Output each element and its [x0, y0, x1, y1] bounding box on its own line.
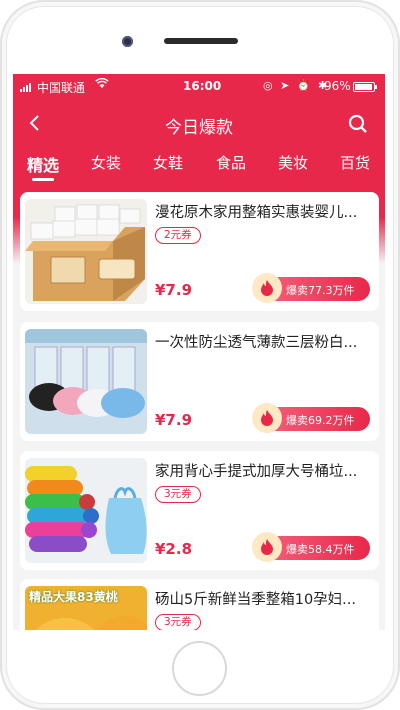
product-title: 漫花原木家用整箱实惠装婴儿... — [155, 205, 358, 221]
sales-count: 爆卖69.2万件 — [286, 414, 355, 427]
tab-beauty[interactable]: 美妆 — [278, 152, 308, 173]
page-title: 今日爆款 — [165, 118, 233, 138]
flame-icon — [252, 532, 282, 562]
product-title: 砀山5斤新鲜当季整箱10孕妇... — [155, 592, 357, 608]
product-price: ¥7.9 — [155, 281, 193, 299]
home-button[interactable] — [172, 641, 227, 696]
battery-fill — [355, 84, 373, 90]
status-bar: 中国联通 16:00 ◎ ➤ ⏰ ✱ 96% — [13, 74, 385, 100]
product-image-masks — [25, 329, 147, 434]
signal-icon — [20, 83, 31, 92]
product-title: 一次性防尘透气薄款三层粉白... — [155, 335, 358, 351]
tab-featured[interactable]: 精选 — [27, 152, 59, 176]
sales-badge: 爆卖58.4万件 — [252, 532, 370, 562]
product-price: ¥7.9 — [155, 411, 193, 429]
carrier-name: 中国联通 — [37, 81, 86, 95]
coupon-badge: 2元券 — [155, 227, 201, 244]
product-image-trash-bags — [25, 458, 147, 563]
product-image-tissue — [25, 199, 147, 304]
tab-general-goods[interactable]: 百货 — [340, 152, 370, 173]
status-icons: ◎ ➤ ⏰ ✱ — [263, 79, 329, 92]
sales-count: 爆卖77.3万件 — [286, 284, 355, 297]
coupon-badge: 3元券 — [155, 614, 201, 630]
nav-bar: 今日爆款 — [13, 104, 385, 144]
product-card[interactable]: 漫花原木家用整箱实惠装婴儿... 2元券 ¥7.9 爆卖77.3万件 — [20, 192, 379, 311]
flame-icon — [252, 403, 282, 433]
flame-icon — [252, 273, 282, 303]
tab-womens-shoes[interactable]: 女鞋 — [153, 152, 183, 173]
front-camera — [122, 36, 133, 47]
product-card[interactable]: 一次性防尘透气薄款三层粉白... ¥7.9 爆卖69.2万件 — [20, 322, 379, 441]
product-card[interactable]: 精品大果83黄桃 砀山5斤新鲜当季整箱10孕妇... 3元券 — [20, 579, 379, 630]
product-title: 家用背心手提式加厚大号桶垃... — [155, 464, 358, 480]
earpiece-speaker — [164, 38, 238, 44]
location-icon: ➤ — [280, 79, 292, 92]
battery-percent: 96% — [324, 79, 351, 93]
tab-food[interactable]: 食品 — [216, 152, 246, 173]
sales-count: 爆卖58.4万件 — [286, 543, 355, 556]
tab-womens-clothing[interactable]: 女装 — [91, 152, 121, 173]
product-image-peaches: 精品大果83黄桃 — [25, 586, 147, 630]
sales-badge: 爆卖77.3万件 — [252, 273, 370, 303]
wifi-icon — [95, 77, 109, 93]
battery-icon — [353, 82, 377, 92]
alarm-icon: ⏰ — [296, 79, 313, 92]
app-screen: 中国联通 16:00 ◎ ➤ ⏰ ✱ 96% 今日爆款 精选 女装 女鞋 食品 … — [13, 74, 385, 630]
product-price: ¥2.8 — [155, 540, 193, 558]
active-tab-indicator — [32, 178, 54, 181]
rotation-lock-icon: ◎ — [263, 79, 275, 92]
status-time: 16:00 — [183, 79, 222, 93]
category-tabs: 精选 女装 女鞋 食品 美妆 百货 — [13, 152, 385, 182]
search-icon[interactable] — [348, 114, 368, 134]
coupon-badge: 3元券 — [155, 486, 201, 503]
product-card[interactable]: 家用背心手提式加厚大号桶垃... 3元券 ¥2.8 爆卖58.4万件 — [20, 451, 379, 570]
sales-badge: 爆卖69.2万件 — [252, 403, 370, 433]
phone-frame: 中国联通 16:00 ◎ ➤ ⏰ ✱ 96% 今日爆款 精选 女装 女鞋 食品 … — [0, 0, 400, 710]
